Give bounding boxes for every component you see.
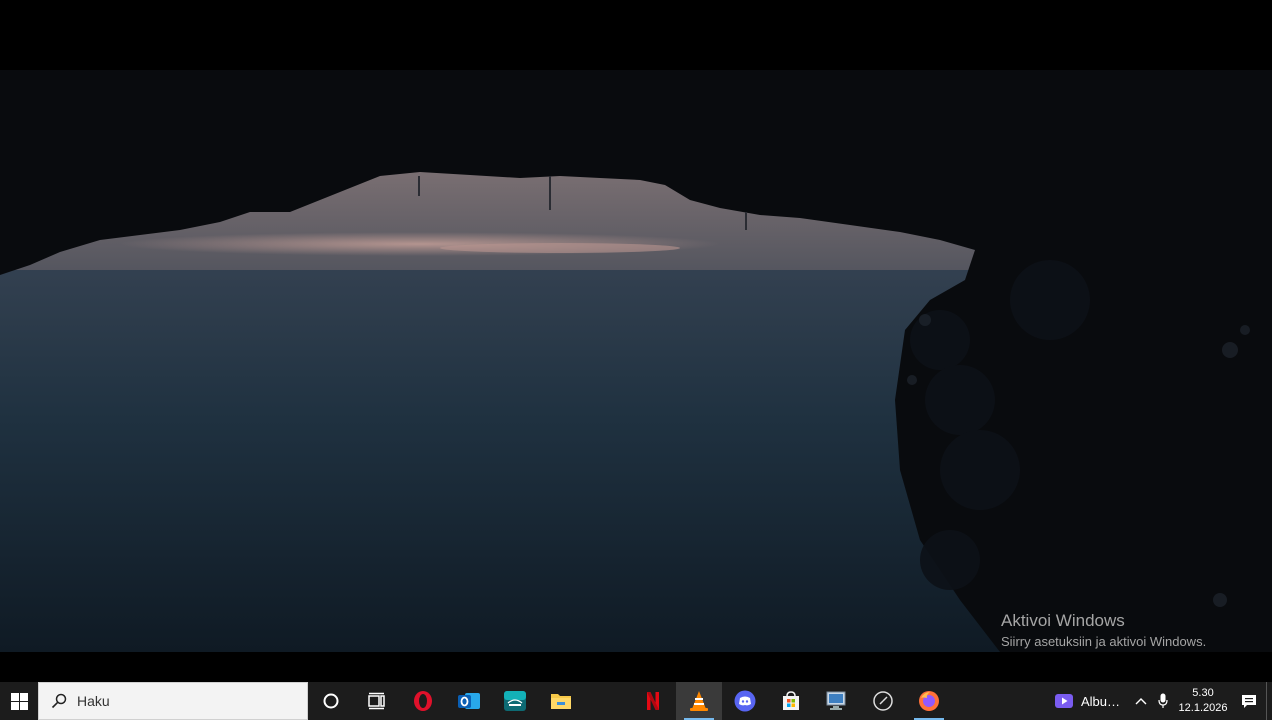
opera-icon — [414, 691, 432, 711]
cortana-icon — [323, 693, 339, 709]
taskbar-app-file-explorer[interactable] — [538, 682, 584, 720]
microphone-icon — [1158, 693, 1168, 708]
taskbar-app-vlc[interactable] — [676, 682, 722, 720]
chevron-up-icon — [1135, 698, 1147, 705]
outlook-icon — [458, 693, 480, 709]
taskbar-app-opera[interactable] — [400, 682, 446, 720]
netflix-icon — [647, 692, 659, 710]
clock[interactable]: 5.30 12.1.2026 — [1174, 682, 1232, 720]
taskbar-app-remote-desktop[interactable] — [814, 682, 860, 720]
clock-time: 5.30 — [1192, 687, 1214, 699]
action-center-button[interactable] — [1232, 682, 1266, 720]
vlc-icon — [690, 691, 708, 711]
video-image — [0, 0, 1272, 682]
media-player-icon — [1054, 694, 1073, 708]
disney-plus-icon — [504, 691, 526, 711]
task-view-icon — [368, 692, 385, 710]
remote-desktop-icon — [826, 691, 846, 710]
taskbar-search-box[interactable]: Haku — [38, 682, 308, 720]
search-icon — [51, 693, 67, 709]
show-desktop-button[interactable] — [1266, 682, 1272, 720]
show-hidden-icons-button[interactable] — [1130, 682, 1152, 720]
taskbar-app-blank[interactable] — [584, 682, 630, 720]
taskbar-app-discord[interactable] — [722, 682, 768, 720]
taskbar: Haku Albu… 5.30 12.1.2026 — [0, 682, 1272, 720]
media-widget[interactable]: Albu… — [1045, 682, 1130, 720]
taskbar-app-outlook[interactable] — [446, 682, 492, 720]
media-title: Albu… — [1080, 693, 1120, 709]
microphone-button[interactable] — [1152, 682, 1174, 720]
clock-date: 12.1.2026 — [1178, 702, 1228, 714]
task-view-button[interactable] — [354, 682, 400, 720]
notification-icon — [1242, 694, 1256, 708]
clock-app-icon — [873, 691, 893, 711]
taskbar-app-disney-plus[interactable] — [492, 682, 538, 720]
firefox-icon — [919, 691, 939, 711]
cortana-button[interactable] — [308, 682, 354, 720]
taskbar-app-netflix[interactable] — [630, 682, 676, 720]
discord-icon — [734, 690, 756, 712]
search-placeholder: Haku — [77, 693, 110, 709]
taskbar-app-clock[interactable] — [860, 682, 906, 720]
microsoft-store-icon — [783, 691, 799, 710]
file-explorer-icon — [551, 694, 571, 709]
video-frame: Aktivoi Windows Siirry asetuksiin ja akt… — [0, 0, 1272, 682]
windows-start-icon — [10, 692, 28, 710]
taskbar-app-microsoft-store[interactable] — [768, 682, 814, 720]
start-button[interactable] — [0, 682, 38, 720]
system-tray: Albu… 5.30 12.1.2026 — [1045, 682, 1272, 720]
taskbar-app-firefox[interactable] — [906, 682, 952, 720]
